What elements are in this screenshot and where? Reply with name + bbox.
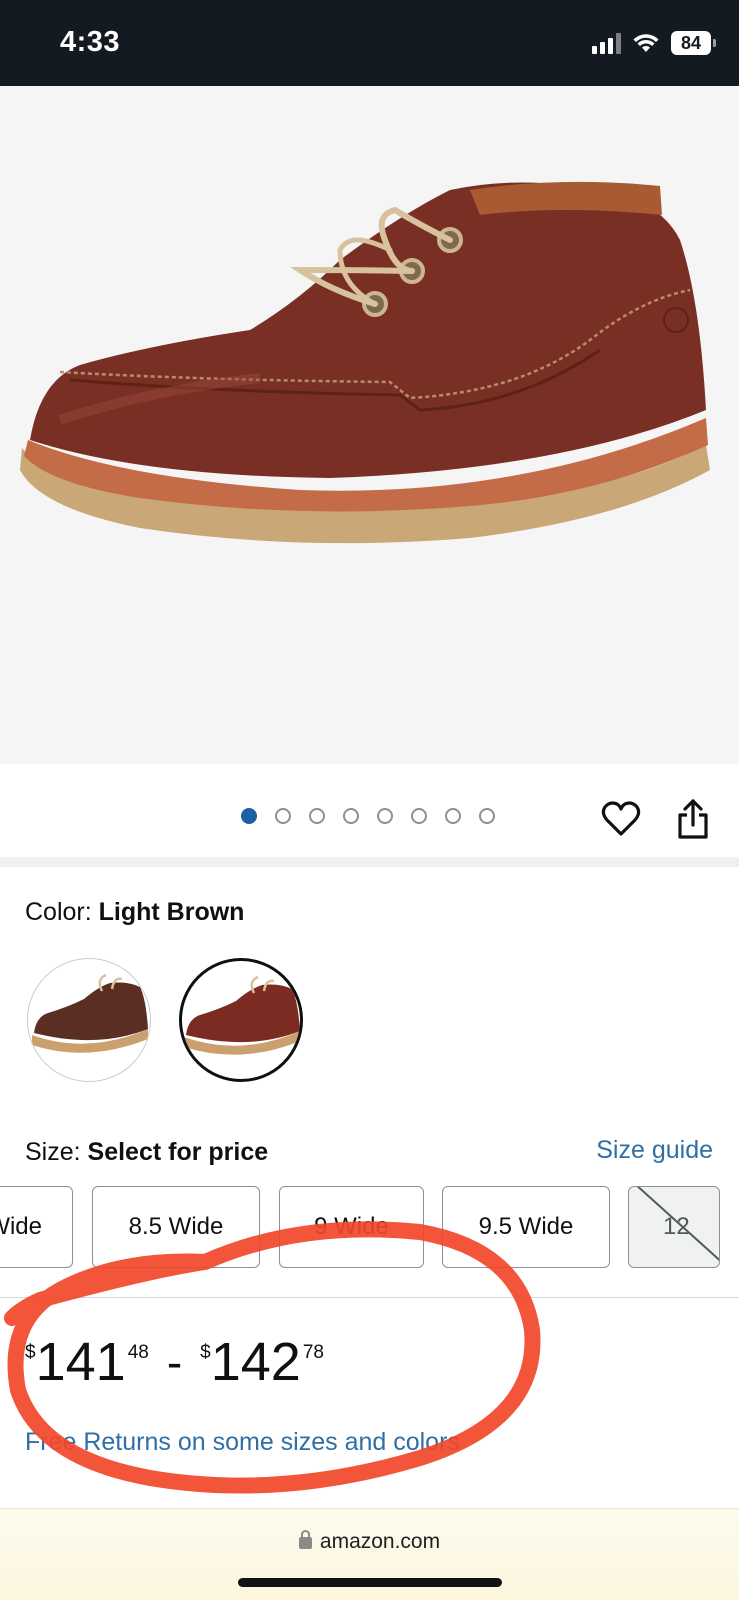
home-indicator[interactable] <box>238 1578 502 1587</box>
battery-level: 84 <box>680 33 702 53</box>
carousel-dot[interactable] <box>411 808 427 824</box>
shoe-thumbnail <box>32 973 148 1053</box>
shoe-illustration <box>20 181 710 544</box>
size-option-9-5-wide[interactable]: 9.5 Wide <box>442 1186 610 1268</box>
price-low-fraction: 48 <box>127 1342 149 1363</box>
size-guide-link[interactable]: Size guide <box>596 1136 713 1165</box>
carousel-dot[interactable] <box>479 808 495 824</box>
color-swatch-light-brown[interactable] <box>179 958 303 1082</box>
status-time: 4:33 <box>60 26 121 58</box>
price-high-fraction: 78 <box>302 1342 324 1363</box>
carousel-dot[interactable] <box>309 808 325 824</box>
color-swatch-dark-brown[interactable] <box>27 958 151 1082</box>
section-divider <box>0 857 739 867</box>
free-returns-link[interactable]: Free Returns on some sizes and colors <box>25 1428 460 1457</box>
size-option-label: Wide <box>0 1213 42 1240</box>
color-value: Light Brown <box>98 898 245 926</box>
size-option-12-unavailable[interactable]: 12 <box>628 1186 720 1268</box>
url-display[interactable]: amazon.com <box>0 1530 739 1554</box>
size-option-8-5-wide[interactable]: 8.5 Wide <box>92 1186 260 1268</box>
battery-icon: 84 <box>671 31 716 55</box>
carousel-dot[interactable] <box>343 808 359 824</box>
size-option-label: 8.5 Wide <box>128 1213 224 1240</box>
size-option-wide[interactable]: Wide <box>0 1186 73 1268</box>
product-image[interactable] <box>0 86 739 764</box>
status-indicators: 84 <box>592 30 716 56</box>
carousel-dot[interactable] <box>377 808 393 824</box>
share-icon[interactable] <box>676 798 710 840</box>
url-text: amazon.com <box>319 1530 441 1553</box>
price-low-symbol: $ <box>25 1342 36 1363</box>
price-high-symbol: $ <box>200 1342 211 1363</box>
color-label-prefix: Color: <box>25 898 99 926</box>
color-label: Color: Light Brown <box>25 898 244 927</box>
product-page: 4:33 84 Color: Light Brown Size: Select … <box>0 0 739 1600</box>
size-value: Select for price <box>87 1138 269 1166</box>
wifi-icon <box>633 34 659 52</box>
shoe-thumbnail <box>184 975 300 1055</box>
size-option-label: 9 Wide <box>314 1213 389 1240</box>
lock-icon <box>298 1530 312 1549</box>
size-label-prefix: Size: <box>25 1138 88 1166</box>
section-divider <box>0 1297 739 1298</box>
status-bar: 4:33 84 <box>0 0 739 86</box>
carousel-dot[interactable] <box>241 808 257 824</box>
price-range: $ 141 48 - $ 142 78 <box>25 1332 324 1392</box>
price-separator: - <box>166 1336 183 1388</box>
size-option-9-wide[interactable]: 9 Wide <box>279 1186 424 1268</box>
price-low-whole: 141 <box>35 1332 126 1392</box>
carousel-dot[interactable] <box>275 808 291 824</box>
cellular-signal-icon <box>592 32 621 54</box>
image-carousel-dots[interactable] <box>241 808 495 824</box>
size-option-label: 9.5 Wide <box>478 1213 574 1240</box>
price-high-whole: 142 <box>210 1332 301 1392</box>
carousel-dot[interactable] <box>445 808 461 824</box>
size-option-label: 12 <box>663 1213 690 1240</box>
heart-icon[interactable] <box>601 800 641 838</box>
size-label: Size: Select for price <box>25 1138 268 1167</box>
